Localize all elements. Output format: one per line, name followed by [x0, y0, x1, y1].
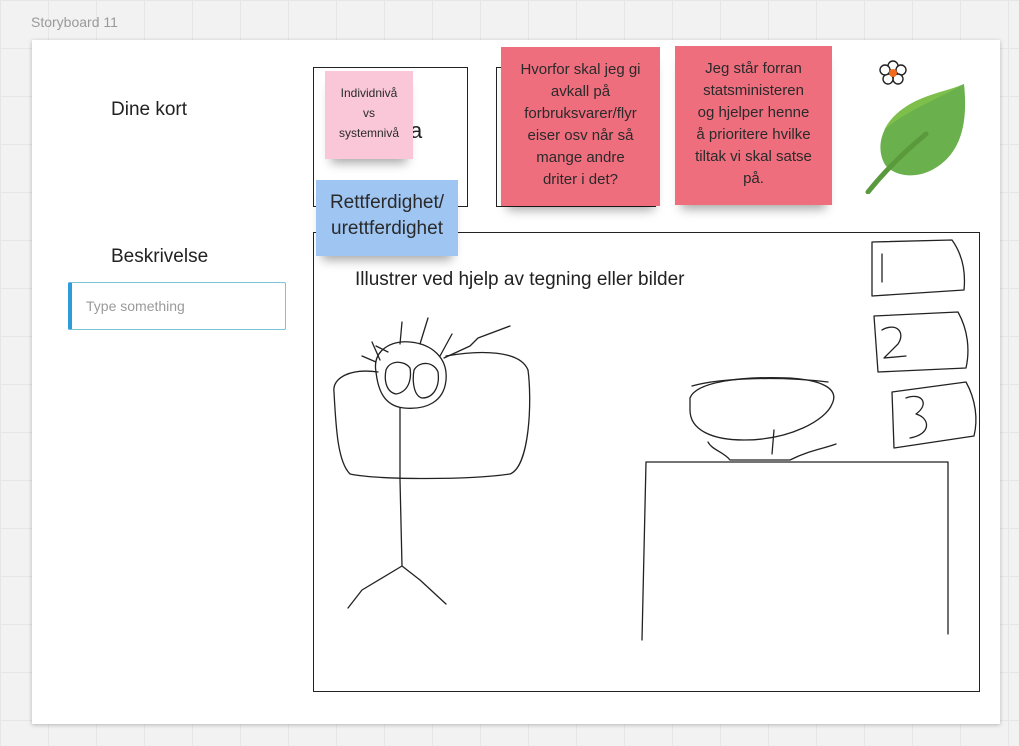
sticky-red1-line3: forbruksvarer/flyr [524, 105, 637, 122]
sticky-note-blue[interactable]: Rettferdighet/ urettferdighet [316, 180, 458, 256]
sticky-red2-line5: tiltak vi skal satse [695, 148, 812, 165]
sticky-pink-line1: Individnivå [340, 86, 398, 100]
sticky-note-red-2[interactable]: Jeg står forran statsministeren og hjelp… [675, 46, 832, 205]
sticky-pink-line2: vs [363, 106, 375, 120]
sticky-red1-line1: Hvorfor skal jeg gi [520, 61, 641, 78]
sticky-red2-line2: statsministeren [703, 82, 804, 99]
sticky-red1-line2: avkall på [550, 83, 611, 100]
leaf-icon [865, 84, 966, 194]
sticky-blue-line2: urettferdighet [331, 218, 443, 239]
sticky-red1-line5: mange andre [536, 149, 625, 166]
sticky-note-pink[interactable]: Individnivå vs systemnivå [325, 71, 413, 159]
sticky-blue-line1: Rettferdighet/ [329, 192, 445, 213]
sticky-red2-line1: Jeg står forran [705, 60, 802, 77]
sticky-pink-line3: systemnivå [338, 126, 400, 140]
canvas-instruction: Illustrer ved hjelp av tegning eller bil… [355, 269, 685, 290]
sticky-red1-line6: driter i det? [542, 171, 619, 188]
sticky-red1-line4: eiser osv når så [527, 127, 634, 144]
sticky-red2-line6: på. [743, 170, 764, 187]
sticky-note-red-1[interactable]: Hvorfor skal jeg gi avkall på forbruksva… [501, 47, 660, 206]
board-title: Storyboard 11 [31, 14, 118, 30]
drawing-canvas[interactable] [313, 232, 980, 692]
cards-label: Dine kort [111, 99, 188, 120]
sticky-red2-line4: å prioritere hvilke [696, 126, 811, 143]
description-label: Beskrivelse [111, 246, 209, 267]
sticky-red2-line3: og hjelper henne [697, 104, 810, 121]
description-input[interactable]: Type something [68, 282, 286, 330]
